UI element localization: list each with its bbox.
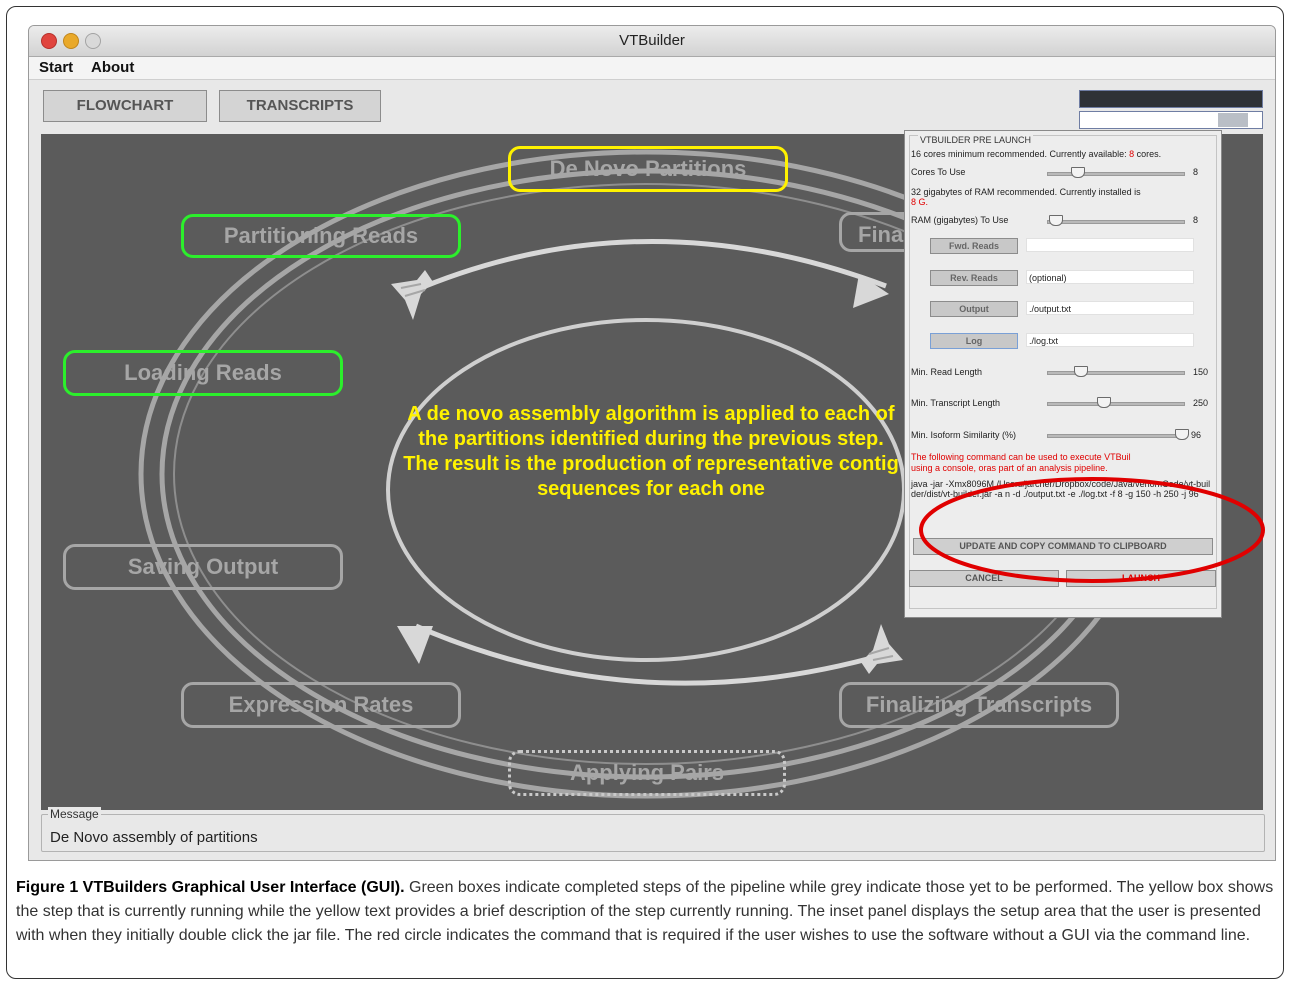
cores-note: 16 cores minimum recommended. Currently … <box>911 149 1161 159</box>
task-progress-bar <box>1079 111 1263 129</box>
stage-finalizing-transcripts[interactable]: Finalizing Transcripts <box>839 682 1119 728</box>
cores-note-text: 16 cores minimum recommended. Currently … <box>911 149 1127 159</box>
ram-note: 32 gigabytes of RAM recommended. Current… <box>911 187 1141 197</box>
message-panel: Message De Novo assembly of partitions <box>41 807 1265 852</box>
rev-reads-field[interactable]: (optional) <box>1026 270 1194 284</box>
flow-arrow-head-bottom <box>397 626 433 664</box>
stage-applying-pairs[interactable]: Applying Pairs <box>508 750 786 796</box>
cores-available: 8 <box>1129 149 1135 159</box>
cores-slider[interactable] <box>1047 172 1185 176</box>
log-field[interactable]: ./log.txt <box>1026 333 1194 347</box>
menu-bar: Start About <box>29 57 1275 80</box>
stage-partitioning-reads[interactable]: Partitioning Reads <box>181 214 461 258</box>
ram-installed: 8 G. <box>911 197 929 207</box>
min-isoform-similarity-slider[interactable] <box>1047 434 1185 438</box>
figure-caption: Figure 1 VTBuilders Graphical User Inter… <box>16 876 1274 948</box>
memory-progress-bar <box>1079 90 1263 108</box>
flowchart-button[interactable]: FLOWCHART <box>43 90 207 122</box>
task-progress-fill <box>1218 113 1248 127</box>
min-read-length-slider[interactable] <box>1047 371 1185 375</box>
launch-button[interactable]: LAUNCH <box>1066 570 1216 587</box>
output-field[interactable]: ./output.txt <box>1026 301 1194 315</box>
message-label: Message <box>48 807 101 821</box>
title-bar: VTBuilder <box>29 26 1275 57</box>
prelaunch-panel: VTBUILDER PRE LAUNCH 16 cores minimum re… <box>904 130 1222 618</box>
caption-title: Figure 1 VTBuilders Graphical User Inter… <box>16 879 405 896</box>
stage-loading-reads[interactable]: Loading Reads <box>63 350 343 396</box>
command-text[interactable]: java -jar -Xmx8096M /Users/jarcher/Dropb… <box>911 479 1211 499</box>
ram-label: RAM (gigabytes) To Use <box>911 215 1009 225</box>
stage-description: A de novo assembly algorithm is applied … <box>403 403 899 500</box>
command-note-line2: using a console, oras part of an analysi… <box>911 463 1108 473</box>
log-button[interactable]: Log <box>930 333 1018 349</box>
fwd-reads-button[interactable]: Fwd. Reads <box>930 238 1018 254</box>
stage-expression-rates[interactable]: Expression Rates <box>181 682 461 728</box>
min-read-length-label: Min. Read Length <box>911 367 983 377</box>
stage-saving-output[interactable]: Saving Output <box>63 544 343 590</box>
cancel-button[interactable]: CANCEL <box>909 570 1059 587</box>
stage-de-novo-partitions[interactable]: De Novo Partitions <box>508 146 788 192</box>
menu-start[interactable]: Start <box>39 59 73 76</box>
min-read-length-thumb[interactable] <box>1074 366 1088 377</box>
min-transcript-length-label: Min. Transcript Length <box>911 398 1001 408</box>
min-isoform-similarity-label: Min. Isoform Similarity (%) <box>911 430 1017 440</box>
ram-value: 8 <box>1193 215 1199 225</box>
ram-slider[interactable] <box>1047 220 1185 224</box>
min-transcript-length-value: 250 <box>1193 398 1209 408</box>
command-note-line1: The following command can be used to exe… <box>911 452 1131 462</box>
flow-arrow-tail-bottom <box>861 624 903 674</box>
min-transcript-length-slider[interactable] <box>1047 402 1185 406</box>
flow-arrow-head-top <box>853 274 889 308</box>
prelaunch-title: VTBUILDER PRE LAUNCH <box>918 135 1034 145</box>
rev-reads-button[interactable]: Rev. Reads <box>930 270 1018 286</box>
min-isoform-similarity-thumb[interactable] <box>1175 429 1189 440</box>
min-read-length-value: 150 <box>1193 367 1209 377</box>
window-title: VTBuilder <box>619 32 685 49</box>
min-isoform-similarity-value: 96 <box>1191 430 1202 440</box>
fwd-reads-field[interactable] <box>1026 238 1194 252</box>
menu-about[interactable]: About <box>91 59 134 76</box>
ram-slider-thumb[interactable] <box>1049 215 1063 226</box>
cores-slider-thumb[interactable] <box>1071 167 1085 178</box>
output-button[interactable]: Output <box>930 301 1018 317</box>
message-text: De Novo assembly of partitions <box>50 829 258 846</box>
cores-label: Cores To Use <box>911 167 966 177</box>
cores-suffix: cores. <box>1136 149 1162 159</box>
update-copy-command-button[interactable]: UPDATE AND COPY COMMAND TO CLIPBOARD <box>913 538 1213 555</box>
transcripts-button[interactable]: TRANSCRIPTS <box>219 90 381 122</box>
cores-value: 8 <box>1193 167 1199 177</box>
flow-arrow-tail-top <box>391 270 433 320</box>
min-transcript-length-thumb[interactable] <box>1097 397 1111 408</box>
